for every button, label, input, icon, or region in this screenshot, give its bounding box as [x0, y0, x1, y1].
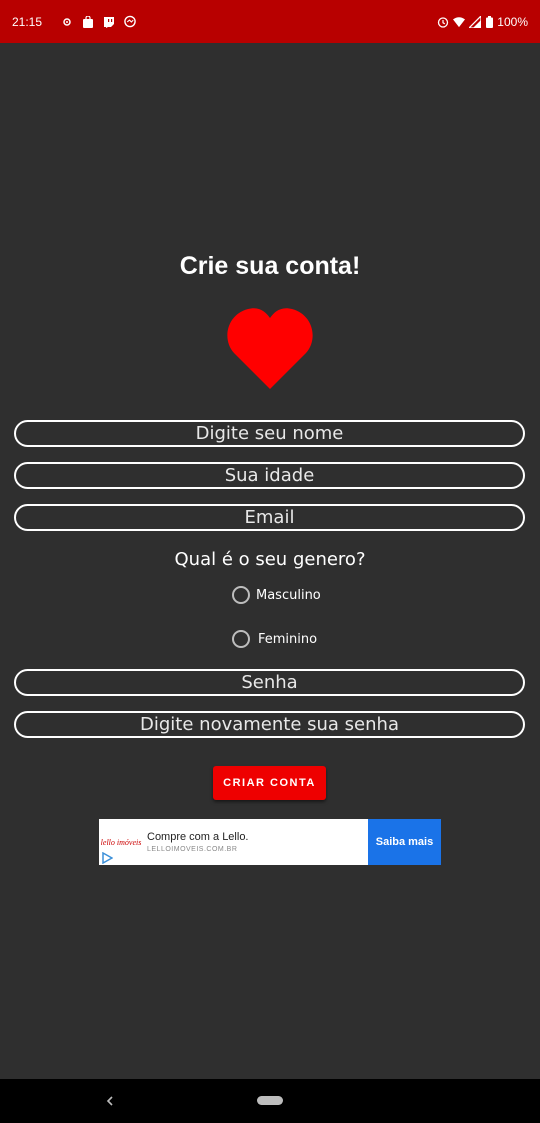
- settings-notif-icon: [61, 16, 73, 28]
- ad-logo-text: lello imóveis: [100, 837, 142, 847]
- twitch-icon: [103, 16, 115, 28]
- radio-circle-icon[interactable]: [232, 586, 250, 604]
- radio-feminino[interactable]: Feminino: [232, 630, 317, 648]
- ad-url: LELLOIMOVEIS.COM.BR: [147, 846, 238, 853]
- home-pill[interactable]: [257, 1096, 283, 1105]
- back-icon[interactable]: [103, 1091, 117, 1111]
- navigation-bar: [0, 1079, 540, 1123]
- email-input[interactable]: [14, 504, 525, 531]
- ad-headline: Compre com a Lello.: [147, 831, 249, 843]
- shopping-bag-icon: [82, 15, 94, 28]
- radio-label-feminino: Feminino: [258, 631, 318, 647]
- password-input[interactable]: [14, 669, 525, 696]
- gender-question: Qual é o seu genero?: [174, 549, 366, 570]
- chat-bubble-icon: [124, 15, 136, 28]
- wifi-icon: [453, 16, 466, 28]
- battery-icon: [485, 15, 493, 28]
- battery-percent: 100%: [497, 14, 528, 29]
- ad-banner[interactable]: lello imóveis Compre com a Lello. LELLOI…: [99, 819, 441, 865]
- create-account-button[interactable]: CRIAR CONTA: [213, 766, 326, 800]
- adchoices-icon[interactable]: [101, 852, 113, 864]
- name-input[interactable]: [14, 420, 525, 447]
- page-title: Crie sua conta!: [179, 252, 361, 280]
- radio-label-masculino: Masculino: [256, 587, 321, 603]
- status-bar: 21:15 100%: [0, 0, 540, 43]
- password-confirm-input[interactable]: [14, 711, 525, 738]
- ad-text: Compre com a Lello. LELLOIMOVEIS.COM.BR: [143, 819, 368, 865]
- heart-icon: [227, 308, 313, 389]
- age-input[interactable]: [14, 462, 525, 489]
- status-time: 21:15: [12, 14, 43, 29]
- ad-cta-button[interactable]: Saiba mais: [368, 819, 441, 865]
- radio-circle-icon[interactable]: [232, 630, 250, 648]
- ad-logo: lello imóveis: [99, 819, 143, 865]
- alarm-icon: [437, 16, 449, 28]
- radio-masculino[interactable]: Masculino: [232, 586, 321, 604]
- signal-icon: [469, 15, 482, 28]
